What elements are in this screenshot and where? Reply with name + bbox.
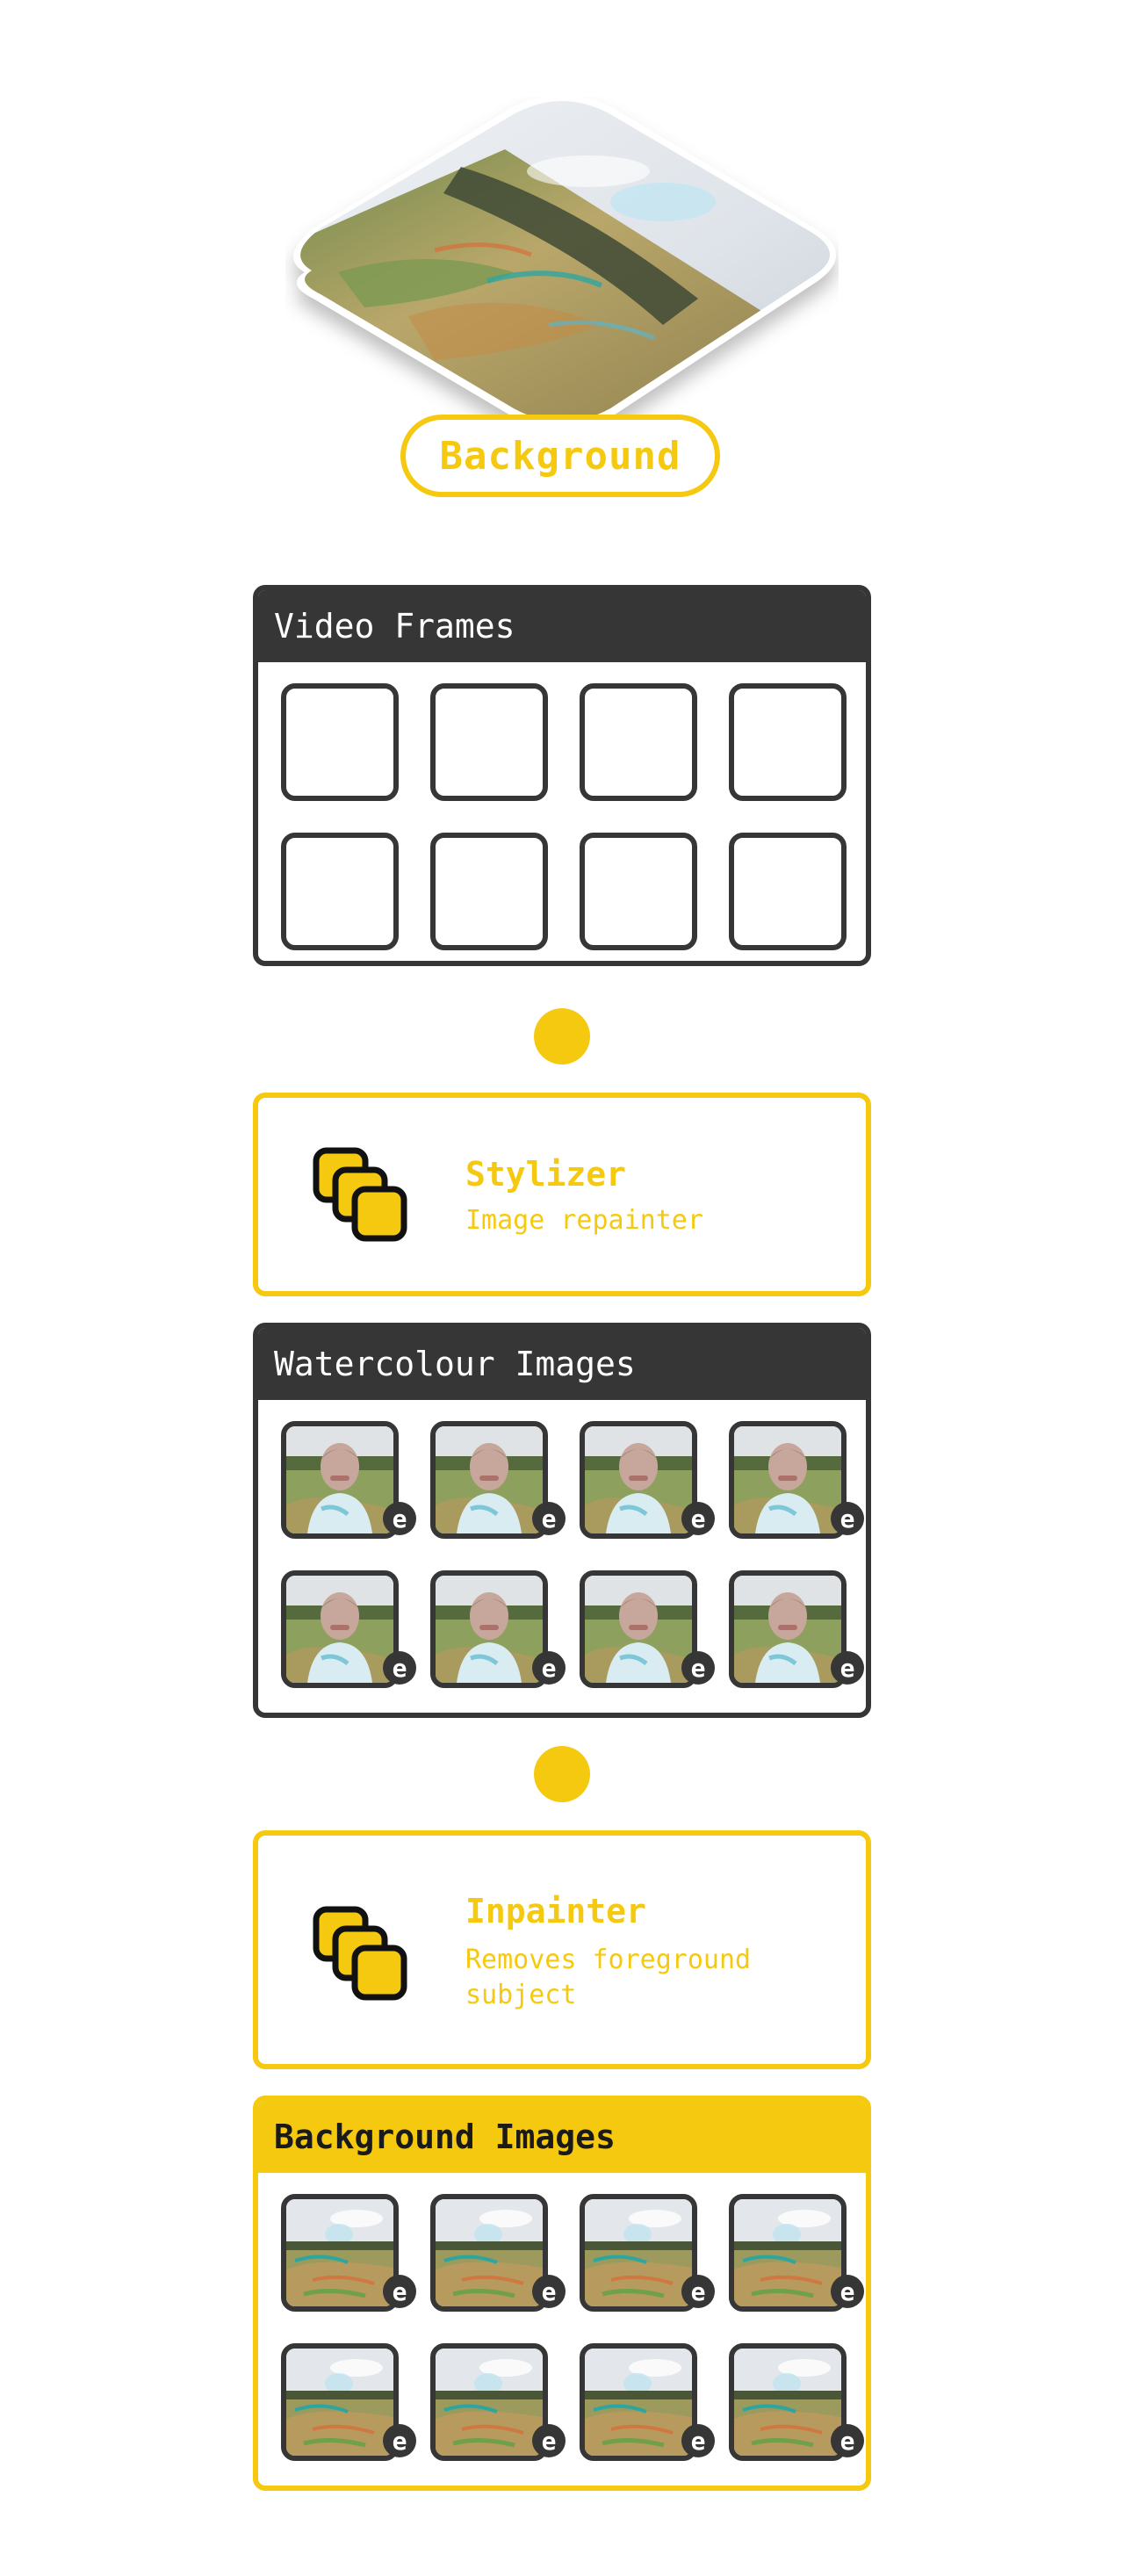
- background-images-grid: e e e e e e e e: [258, 2173, 866, 2486]
- watercolour-image-thumb: [281, 1421, 399, 1539]
- video-frame: [729, 833, 847, 950]
- frame-badge: e: [532, 1502, 566, 1535]
- frame-badge: e: [831, 2275, 864, 2308]
- frame-badge: e: [532, 2275, 566, 2308]
- frame-badge: e: [681, 2424, 715, 2457]
- video-frames-grid: [258, 662, 866, 961]
- frame-badge: e: [532, 2424, 566, 2457]
- frame-badge: e: [681, 1651, 715, 1685]
- background-images-title: Background Images: [258, 2101, 866, 2173]
- background-image-thumb: [430, 2343, 548, 2461]
- stacked-squares-icon: [313, 1147, 407, 1242]
- video-frame: [430, 683, 548, 801]
- frame-badge: e: [831, 2424, 864, 2457]
- watercolour-images-grid: e e e e e e e e: [258, 1400, 866, 1713]
- frame-badge: e: [383, 1502, 416, 1535]
- inpainter-title: Inpainter: [465, 1892, 646, 1930]
- video-frame: [281, 833, 399, 950]
- background-image-thumb: [729, 2194, 847, 2312]
- watercolour-images-title: Watercolour Images: [258, 1328, 866, 1400]
- frame-badge: e: [831, 1502, 864, 1535]
- frame-badge: e: [681, 1502, 715, 1535]
- video-frames-panel: Video Frames: [253, 585, 871, 966]
- inpainter-card: Inpainter Removes foreground subject: [253, 1830, 871, 2069]
- watercolour-image-thumb: [729, 1570, 847, 1688]
- background-images-panel: Background Images e e e e e e e e: [253, 2096, 871, 2491]
- stylizer-description: Image repainter: [465, 1205, 703, 1236]
- inpainter-description: Removes foreground subject: [465, 1945, 752, 2010]
- frame-badge: e: [681, 2275, 715, 2308]
- video-frame: [281, 683, 399, 801]
- background-image-thumb: [729, 2343, 847, 2461]
- background-preview-tile: [293, 97, 836, 429]
- video-frame: [580, 833, 697, 950]
- video-frame: [580, 683, 697, 801]
- stacked-squares-icon: [313, 1906, 407, 2001]
- connector-dot: [534, 1746, 590, 1802]
- frame-badge: e: [383, 2424, 416, 2457]
- frame-badge: e: [383, 1651, 416, 1685]
- watercolour-image-thumb: [281, 1570, 399, 1688]
- frame-badge: e: [532, 1651, 566, 1685]
- video-frame: [430, 833, 548, 950]
- background-image-thumb: [580, 2194, 697, 2312]
- video-frame: [729, 683, 847, 801]
- stylizer-card: Stylizer Image repainter: [253, 1093, 871, 1296]
- watercolour-images-panel: Watercolour Images e e e e e e e e: [253, 1323, 871, 1718]
- video-frames-title: Video Frames: [258, 590, 866, 662]
- frame-badge: e: [831, 1651, 864, 1685]
- watercolour-image-thumb: [430, 1421, 548, 1539]
- watercolour-image-thumb: [430, 1570, 548, 1688]
- stylizer-title: Stylizer: [465, 1155, 627, 1194]
- watercolour-image-thumb: [580, 1570, 697, 1688]
- background-image-thumb: [580, 2343, 697, 2461]
- watercolour-image-thumb: [580, 1421, 697, 1539]
- background-label: Background: [400, 415, 720, 497]
- background-image-thumb: [281, 2343, 399, 2461]
- connector-dot: [534, 1008, 590, 1064]
- background-image-thumb: [281, 2194, 399, 2312]
- frame-badge: e: [383, 2275, 416, 2308]
- watercolour-image-thumb: [729, 1421, 847, 1539]
- background-image-thumb: [430, 2194, 548, 2312]
